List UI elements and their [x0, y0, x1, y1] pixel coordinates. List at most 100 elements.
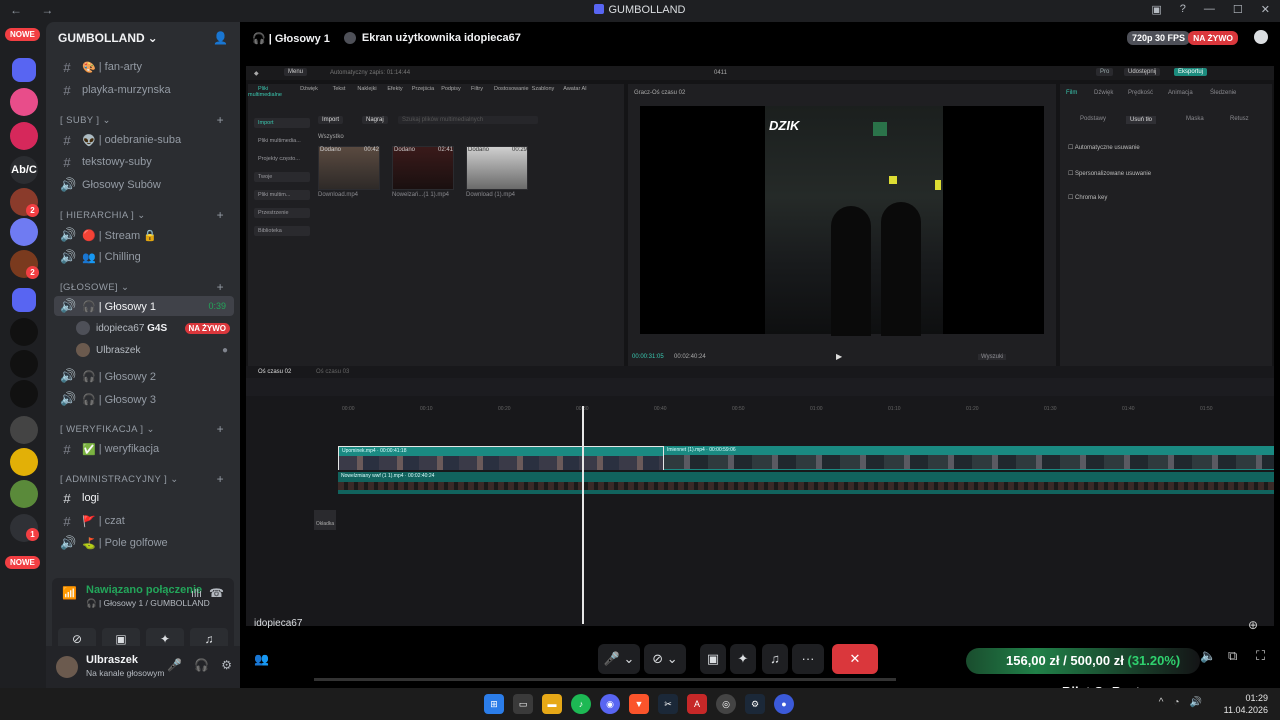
- media-search-input[interactable]: Szukaj plików multimedialnych: [398, 116, 538, 124]
- fullscreen-icon[interactable]: ⛶: [1256, 648, 1265, 664]
- tray-chevron-icon[interactable]: ^: [1159, 697, 1164, 708]
- adobe-icon[interactable]: A: [687, 694, 707, 714]
- category-weryfikacja[interactable]: [ WERYFIKACJA ] ⌄ +: [54, 419, 234, 439]
- maximize-button[interactable]: ☐: [1233, 3, 1243, 16]
- subtab-mask[interactable]: Maska: [1186, 116, 1204, 122]
- tool-text[interactable]: Tekst: [324, 86, 354, 92]
- tool-stickers[interactable]: Naklejki: [352, 86, 382, 92]
- add-channel-icon[interactable]: +: [217, 472, 224, 486]
- server-icon[interactable]: [10, 88, 38, 116]
- category-glosowe[interactable]: [GŁOSOWE] ⌄ +: [54, 277, 234, 297]
- pro-button[interactable]: Pro: [1096, 68, 1114, 76]
- record-button[interactable]: Nagraj: [362, 116, 388, 124]
- tool-effects[interactable]: Efekty: [380, 86, 410, 92]
- side-import[interactable]: Import: [254, 118, 310, 128]
- server-icon[interactable]: [10, 350, 38, 378]
- headphones-icon[interactable]: 🎧: [194, 658, 209, 672]
- tool-transitions[interactable]: Przejścia: [408, 86, 438, 92]
- camera-button[interactable]: ⊘ ⌄: [644, 644, 686, 674]
- channel-czat[interactable]: # 🚩 | czat: [54, 511, 234, 531]
- gear-icon[interactable]: ⚙: [221, 658, 232, 672]
- tool-adjust[interactable]: Dostosowanie: [494, 86, 529, 92]
- tool-audio[interactable]: Dźwięk: [294, 86, 324, 92]
- timeline-tab[interactable]: Oś czasu 02: [258, 369, 291, 375]
- abc-server-icon[interactable]: Ab/C: [10, 156, 38, 184]
- cover-button[interactable]: Okładka: [314, 510, 336, 530]
- voice-user-ulbraszek[interactable]: Ulbraszek ●: [76, 340, 236, 360]
- minimize-button[interactable]: —: [1204, 3, 1215, 16]
- chroma-key-checkbox[interactable]: ☐ Chroma key: [1068, 194, 1107, 201]
- channel-glosowy-3[interactable]: 🔊 🎧 | Głosowy 3: [54, 389, 234, 409]
- invite-icon[interactable]: 👥: [254, 652, 269, 666]
- more-icon[interactable]: [1254, 30, 1268, 44]
- side-media[interactable]: Pliki multimedia...: [254, 136, 310, 146]
- popout-icon[interactable]: ⧉: [1228, 648, 1237, 664]
- side-spaces[interactable]: Przestrzenie: [254, 208, 310, 218]
- clip-3[interactable]: Nowelzmiany wwf (1 1).mp4 · 00:02:40:24: [338, 472, 1274, 494]
- add-user-icon[interactable]: 👤: [213, 31, 228, 45]
- steam-icon[interactable]: ⚙: [745, 694, 765, 714]
- add-channel-icon[interactable]: +: [217, 422, 224, 436]
- server-folder-icon[interactable]: [12, 58, 36, 82]
- noise-suppression-icon[interactable]: ıllı: [191, 588, 202, 600]
- tab-audio[interactable]: Dźwięk: [1094, 90, 1113, 96]
- wifi-icon[interactable]: ◔: [1174, 697, 1180, 708]
- volume-icon[interactable]: 🔈: [1200, 648, 1216, 664]
- tool-ai-avatar[interactable]: Awatar AI: [560, 86, 590, 92]
- ratio-button[interactable]: Wyszuki: [978, 354, 1007, 360]
- disconnect-icon[interactable]: ☎: [209, 586, 224, 600]
- task-view-icon[interactable]: ▭: [513, 694, 533, 714]
- clip-1[interactable]: Upominek.mp4 · 00:00:41:18: [338, 446, 664, 470]
- tab-speed[interactable]: Prędkość: [1128, 90, 1153, 96]
- avatar[interactable]: [56, 656, 78, 678]
- subtab-remove-bg[interactable]: Usuń tło: [1126, 116, 1157, 124]
- server-folder-icon[interactable]: [12, 288, 36, 312]
- clip-2[interactable]: Imiennet (1).mp4 · 00:00:59:06: [664, 446, 1274, 470]
- custom-remove-checkbox[interactable]: ☐ Spersonalizowane usuwanie: [1068, 170, 1151, 177]
- user-name[interactable]: Ulbraszek: [86, 654, 138, 666]
- editor-menu[interactable]: Menu: [284, 68, 308, 76]
- play-icon[interactable]: ▶: [836, 352, 842, 361]
- add-channel-icon[interactable]: +: [217, 113, 224, 127]
- tab-animation[interactable]: Animacja: [1168, 90, 1193, 96]
- video-preview[interactable]: DZIK: [640, 106, 1044, 336]
- obs-icon[interactable]: ◎: [716, 694, 736, 714]
- channel-glosowy-1[interactable]: 🔊 🎧 | Głosowy 1 0:39: [54, 296, 234, 316]
- server-header[interactable]: GUMBOLLAND ⌄ 👤: [46, 22, 240, 54]
- channel-fan-arty[interactable]: # 🎨 | fan-arty: [54, 57, 234, 77]
- start-icon[interactable]: ⊞: [484, 694, 504, 714]
- share-button[interactable]: Udostępnij: [1124, 68, 1161, 76]
- activities-button[interactable]: ✦: [730, 644, 756, 674]
- close-button[interactable]: ✕: [1261, 3, 1270, 16]
- file-explorer-icon[interactable]: ▬: [542, 694, 562, 714]
- channel-playka[interactable]: # playka-murzynska: [54, 80, 234, 100]
- category-hierarchia[interactable]: [ HIERARCHIA ] ⌄ +: [54, 205, 234, 225]
- spotify-icon[interactable]: ♪: [571, 694, 591, 714]
- side-projects[interactable]: Projekty często...: [254, 154, 310, 164]
- channel-odebranie-suba[interactable]: # 👽 | odebranie-suba: [54, 130, 234, 150]
- clock[interactable]: 01:29 11.04.2026: [1224, 692, 1268, 716]
- channel-weryfikacja[interactable]: # ✅ | weryfikacja: [54, 439, 234, 459]
- zoom-icon[interactable]: ⊕: [1248, 618, 1258, 632]
- category-suby[interactable]: [ SUBY ] ⌄ +: [54, 110, 234, 130]
- microphone-icon[interactable]: 🎤: [167, 658, 182, 672]
- capcut-icon[interactable]: ✂: [658, 694, 678, 714]
- channel-glosowy-subow[interactable]: 🔊 Głosowy Subów: [54, 175, 234, 195]
- tool-filters[interactable]: Filtry: [462, 86, 492, 92]
- channel-stream[interactable]: 🔊 🔴 | Stream 🔒: [54, 225, 234, 245]
- server-icon[interactable]: [10, 416, 38, 444]
- tab-video[interactable]: Film: [1066, 90, 1077, 96]
- subtab-basics[interactable]: Podstawy: [1080, 116, 1106, 122]
- server-icon[interactable]: [10, 380, 38, 408]
- channel-chilling[interactable]: 🔊 👥 | Chilling: [54, 247, 234, 267]
- inbox-icon[interactable]: ▣: [1151, 3, 1161, 16]
- filter-all[interactable]: Wszystko: [318, 134, 344, 140]
- channel-pole-golfowe[interactable]: 🔊 ⛳ | Pole golfowe: [54, 533, 234, 553]
- volume-icon[interactable]: 🔊: [1190, 697, 1202, 708]
- signal-icon[interactable]: 📶: [62, 586, 77, 600]
- voice-user-idopieca67[interactable]: idopieca67 G4S NA ŻYWO: [76, 318, 236, 338]
- microphone-button[interactable]: 🎤 ⌄: [598, 644, 640, 674]
- more-options-button[interactable]: ···: [792, 644, 824, 674]
- subtab-retouch[interactable]: Retusz: [1230, 116, 1249, 122]
- discord-icon[interactable]: ◉: [600, 694, 620, 714]
